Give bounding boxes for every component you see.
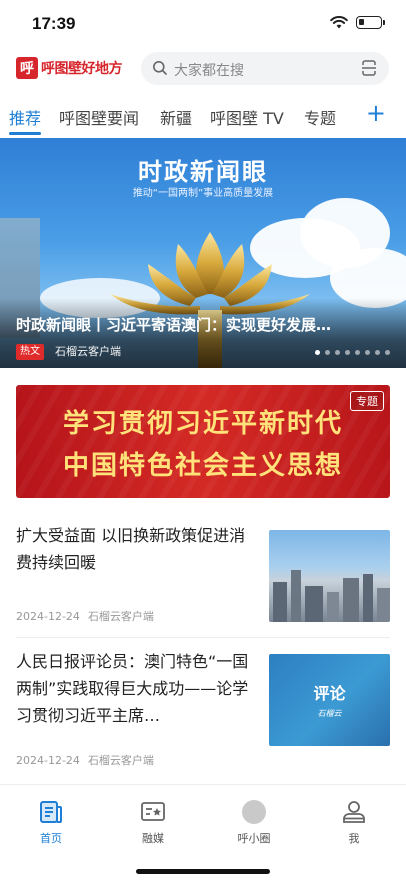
search-input[interactable]: 大家都在搜 xyxy=(141,52,389,85)
status-bar: 17:39 xyxy=(0,0,406,48)
carousel-dot[interactable] xyxy=(355,350,360,355)
nav-label: 首页 xyxy=(40,832,62,845)
news-thumbnail-city-photo xyxy=(269,530,390,622)
special-topic-tag: 专题 xyxy=(350,391,384,411)
logo-text: 呼图壁好地方 xyxy=(41,61,123,77)
status-icons xyxy=(330,16,385,29)
tab-hutubi-tv[interactable]: 呼图壁 TV xyxy=(210,105,284,129)
nav-media[interactable]: 融媒 xyxy=(118,799,188,846)
news-meta: 2024-12-24 石榴云客户端 xyxy=(16,608,154,624)
carousel-dot[interactable] xyxy=(365,350,370,355)
topic-line-2: 中国特色社会主义思想 xyxy=(62,451,343,481)
divider xyxy=(16,637,390,638)
news-title: 扩大受益面 以旧换新政策促进消费持续回暖 xyxy=(16,526,246,572)
carousel-dot[interactable] xyxy=(335,350,340,355)
carousel-dots xyxy=(315,350,390,355)
thumb-building xyxy=(291,570,301,622)
channel-tabs: 推荐 呼图壁要闻 新疆 呼图壁 TV 专题 + xyxy=(0,100,406,138)
app-header: 呼 呼图壁好地方 大家都在搜 xyxy=(0,48,406,90)
special-topic-banner[interactable]: 学习贯彻习近平新时代 中国特色社会主义思想 专题 xyxy=(16,385,390,498)
home-news-icon xyxy=(38,799,64,825)
tab-xinjiang[interactable]: 新疆 xyxy=(160,105,192,129)
carousel-dot[interactable] xyxy=(345,350,350,355)
scan-icon[interactable] xyxy=(360,59,378,81)
commentary-signature: 石榴云 xyxy=(317,709,342,718)
carousel-dot[interactable] xyxy=(315,350,320,355)
nav-label: 融媒 xyxy=(142,832,164,845)
nav-label: 呼小圈 xyxy=(237,832,271,845)
circle-icon xyxy=(241,799,267,825)
tab-recommend[interactable]: 推荐 xyxy=(9,105,41,129)
thumb-building xyxy=(327,592,339,622)
carousel-dot[interactable] xyxy=(375,350,380,355)
home-indicator xyxy=(136,869,270,874)
tab-special[interactable]: 专题 xyxy=(304,105,336,129)
commentary-label: 评论 xyxy=(313,684,346,703)
topic-line-1: 学习贯彻习近平新时代 xyxy=(62,409,343,439)
news-thumbnail-commentary: 评论 石榴云 xyxy=(269,654,390,746)
status-time: 17:39 xyxy=(32,14,76,33)
add-channel-button[interactable]: + xyxy=(366,101,386,125)
carousel-dot[interactable] xyxy=(325,350,330,355)
tab-hutubi-news[interactable]: 呼图壁要闻 xyxy=(59,105,139,129)
news-date: 2024-12-24 xyxy=(16,754,80,767)
media-icon xyxy=(140,799,166,825)
nav-circle[interactable]: 呼小圈 xyxy=(219,799,289,846)
news-source: 石榴云客户端 xyxy=(87,754,154,767)
thumb-building xyxy=(377,588,390,622)
app-logo[interactable]: 呼 呼图壁好地方 xyxy=(16,57,123,79)
nav-label: 我 xyxy=(348,832,360,845)
battery-icon xyxy=(356,16,385,29)
hero-source: 石榴云客户端 xyxy=(55,345,121,358)
search-placeholder: 大家都在搜 xyxy=(174,63,244,79)
thumb-building xyxy=(305,586,323,622)
news-item[interactable]: 人民日报评论员：澳门特色“一国两制”实践取得巨大成功——论学习贯彻习近平主席… … xyxy=(16,648,390,768)
nav-home[interactable]: 首页 xyxy=(16,799,86,846)
thumb-building xyxy=(363,574,373,622)
hero-banner-subtitle: 推动“一国两制”事业高质量发展 xyxy=(132,188,274,199)
hero-caption[interactable]: 时政新闻眼丨习近平寄语澳门：实现更好发展… xyxy=(16,314,386,335)
hero-carousel[interactable]: 时政新闻眼 推动“一国两制”事业高质量发展 时政新闻眼丨习近平寄语澳门：实现更好… xyxy=(0,138,406,368)
news-item[interactable]: 扩大受益面 以旧换新政策促进消费持续回暖 2024-12-24 石榴云客户端 xyxy=(16,522,390,624)
hero-banner-title: 时政新闻眼 xyxy=(138,158,268,186)
tab-indicator xyxy=(9,132,41,135)
profile-icon xyxy=(341,799,367,825)
carousel-dot[interactable] xyxy=(385,350,390,355)
news-source: 石榴云客户端 xyxy=(87,610,154,623)
thumb-building xyxy=(273,582,287,622)
logo-mark: 呼 xyxy=(16,57,38,79)
hot-tag-badge: 热文 xyxy=(16,344,44,360)
wifi-icon xyxy=(330,16,348,29)
search-icon xyxy=(152,60,168,80)
news-title: 人民日报评论员：澳门特色“一国两制”实践取得巨大成功——论学习贯彻习近平主席… xyxy=(16,652,249,725)
nav-profile[interactable]: 我 xyxy=(319,799,389,846)
news-meta: 2024-12-24 石榴云客户端 xyxy=(16,752,154,768)
news-date: 2024-12-24 xyxy=(16,610,80,623)
thumb-building xyxy=(343,578,359,622)
